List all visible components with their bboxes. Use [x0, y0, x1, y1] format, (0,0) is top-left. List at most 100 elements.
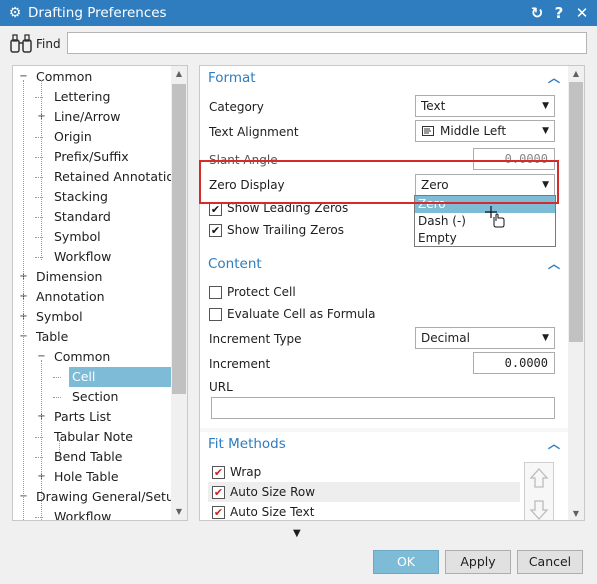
increment-type-value: Decimal — [421, 331, 470, 345]
tree-item-label: Tabular Note — [54, 429, 133, 444]
category-dropdown[interactable]: Text ▼ — [415, 95, 555, 117]
format-section-header[interactable]: Format ︿ — [200, 66, 568, 90]
tree-item-label: Symbol — [54, 229, 101, 244]
tree-item[interactable]: Cell — [13, 367, 187, 387]
help-icon[interactable]: ? — [549, 3, 569, 23]
tree-scrollbar[interactable]: ▲ ▼ — [171, 66, 187, 520]
evaluate-formula-label: Evaluate Cell as Formula — [227, 307, 376, 321]
tree-item-label: Parts List — [54, 409, 112, 424]
cancel-button[interactable]: Cancel — [517, 550, 583, 574]
tree-item[interactable]: − Table — [13, 327, 173, 347]
increment-label: Increment — [209, 357, 271, 371]
tree-item[interactable]: Lettering — [13, 87, 173, 107]
wrap-label: Wrap — [230, 465, 262, 479]
reorder-buttons — [524, 462, 554, 521]
show-leading-zeros-checkbox[interactable] — [209, 203, 222, 216]
auto-size-text-label: Auto Size Text — [230, 505, 315, 519]
scroll-down-icon[interactable]: ▼ — [171, 504, 187, 520]
move-down-icon[interactable] — [529, 499, 549, 521]
increment-type-dropdown[interactable]: Decimal ▼ — [415, 327, 555, 349]
tree-item-label: Hole Table — [54, 469, 119, 484]
tree-item-label: Bend Table — [54, 449, 123, 464]
title-bar: ⚙ Drafting Preferences ↻ ? ✕ — [0, 0, 597, 26]
ok-button[interactable]: OK — [373, 550, 439, 574]
option-empty[interactable]: Empty — [415, 230, 555, 247]
tree-item[interactable]: Standard — [13, 207, 173, 227]
show-trailing-zeros-checkbox[interactable] — [209, 224, 222, 237]
highlight-annotation — [199, 160, 559, 204]
tree-item[interactable]: + Hole Table — [13, 467, 173, 487]
scroll-down-icon[interactable]: ▼ — [568, 506, 584, 520]
tree-item[interactable]: + Annotation — [13, 287, 173, 307]
content-section: Protect Cell Evaluate Cell as Formula In… — [200, 276, 568, 428]
tree-item-label: Drawing General/Setup — [36, 489, 182, 504]
scroll-up-icon[interactable]: ▲ — [568, 66, 584, 82]
chevron-down-icon: ▼ — [542, 101, 549, 111]
url-field[interactable] — [211, 397, 555, 419]
fit-methods-section-header[interactable]: Fit Methods ︿ — [200, 432, 568, 456]
scrollbar-thumb[interactable] — [569, 82, 583, 342]
increment-type-label: Increment Type — [209, 332, 302, 346]
category-value: Text — [421, 99, 446, 113]
auto-size-text-checkbox[interactable] — [212, 506, 225, 519]
tree-item[interactable]: − Common — [13, 67, 173, 87]
tree-item[interactable]: Stacking — [13, 187, 173, 207]
scrollbar-thumb[interactable] — [172, 84, 186, 394]
collapse-icon[interactable]: ︿ — [548, 435, 560, 452]
auto-size-row-label: Auto Size Row — [230, 485, 316, 499]
tree-item[interactable]: Symbol — [13, 227, 173, 247]
collapse-icon[interactable]: ︿ — [548, 255, 560, 272]
fit-method-item[interactable]: Auto Size Row — [208, 482, 520, 502]
tree-connector — [23, 80, 24, 520]
window-title: Drafting Preferences — [28, 5, 167, 21]
more-options-icon[interactable]: ▼ — [293, 528, 301, 539]
apply-button[interactable]: Apply — [445, 550, 511, 574]
close-icon[interactable]: ✕ — [572, 3, 592, 23]
tree-item-label: Standard — [54, 209, 111, 224]
tree-item[interactable]: Tabular Note — [13, 427, 173, 447]
increment-field[interactable]: 0.0000 — [473, 352, 555, 374]
settings-panel: Format ︿ Category Text ▼ Text Alignment … — [199, 65, 585, 521]
tree-item-label: Lettering — [54, 89, 111, 104]
category-label: Category — [209, 100, 264, 114]
tree-item-label: Common — [36, 69, 93, 84]
alignment-value: Middle Left — [440, 124, 507, 138]
tree-item[interactable]: − Drawing General/Setup — [13, 487, 182, 507]
find-bar: Find — [0, 26, 597, 62]
settings-scrollbar[interactable]: ▲ ▼ — [568, 66, 584, 520]
tree-item[interactable]: Section — [13, 387, 173, 407]
tree-item-label: Stacking — [54, 189, 108, 204]
content-section-header[interactable]: Content ︿ — [200, 252, 568, 276]
fit-methods-section: Wrap Auto Size Row Auto Size Text — [200, 456, 568, 521]
move-up-icon[interactable] — [529, 467, 549, 489]
tree-item[interactable]: + Line/Arrow — [13, 107, 173, 127]
tree-connector — [59, 440, 60, 460]
tree-item[interactable]: Workflow — [13, 507, 173, 520]
tree-item[interactable]: Origin — [13, 127, 173, 147]
auto-size-row-checkbox[interactable] — [212, 486, 225, 499]
align-left-icon — [422, 126, 434, 136]
tree-item[interactable]: − Common — [13, 347, 173, 367]
tree-item[interactable]: Prefix/Suffix — [13, 147, 173, 167]
tree-item[interactable]: Bend Table — [13, 447, 173, 467]
fit-method-item[interactable]: Wrap — [208, 462, 520, 482]
tree-item-label: Origin — [54, 129, 92, 144]
tree-item[interactable]: + Parts List — [13, 407, 173, 427]
fit-method-item[interactable]: Auto Size Text — [208, 502, 520, 520]
tree-item[interactable]: + Symbol — [13, 307, 173, 327]
evaluate-formula-checkbox[interactable] — [209, 308, 222, 321]
fit-methods-title: Fit Methods — [208, 436, 286, 452]
tree-item-label: Annotation — [36, 289, 105, 304]
find-input[interactable] — [67, 32, 587, 54]
scroll-up-icon[interactable]: ▲ — [171, 66, 187, 82]
alignment-dropdown[interactable]: Middle Left ▼ — [415, 120, 555, 142]
tree-item[interactable]: + Dimension — [13, 267, 173, 287]
tree-item-label: Symbol — [36, 309, 83, 324]
tree-item[interactable]: Retained Annotation — [13, 167, 182, 187]
url-label: URL — [209, 380, 233, 394]
reset-icon[interactable]: ↻ — [527, 3, 547, 23]
collapse-icon[interactable]: ︿ — [548, 69, 560, 86]
tree-item[interactable]: Workflow — [13, 247, 173, 267]
wrap-checkbox[interactable] — [212, 466, 225, 479]
protect-cell-checkbox[interactable] — [209, 286, 222, 299]
